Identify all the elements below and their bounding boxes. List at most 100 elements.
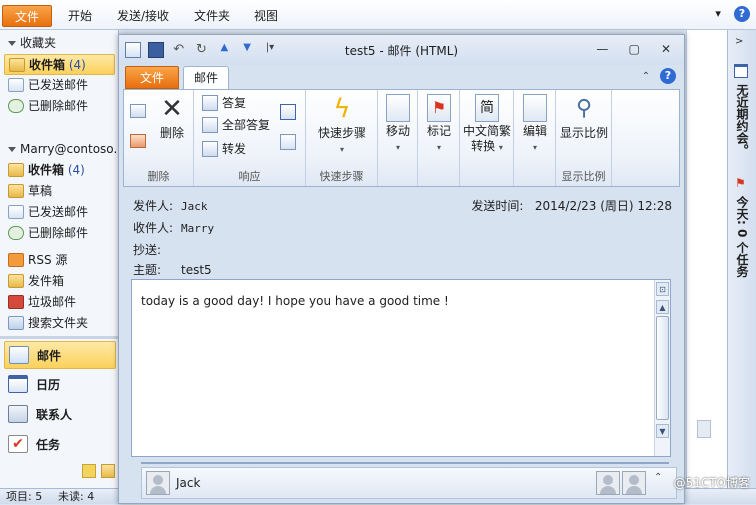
folder-deleted[interactable]: 已删除邮件 [0,223,118,244]
favorite-inbox[interactable]: 收件箱 (4) [4,54,115,75]
junk-icon[interactable] [130,134,146,148]
folder-search[interactable]: 搜索文件夹 [0,313,118,334]
undo-icon[interactable]: ↶ [171,42,187,58]
group-label-respond: 响应 [238,170,261,183]
scroll-thumb[interactable] [656,316,669,420]
dropdown-arrow-icon: ▾ [532,143,537,152]
minimize-button[interactable]: — [588,39,616,59]
scroll-up-button[interactable]: ▲ [656,300,669,314]
module-mail[interactable]: 邮件 [4,341,116,369]
forward-button[interactable]: 转发 [202,140,246,158]
folder-list-icon[interactable] [101,464,115,478]
header-cc: 抄送: [133,243,162,257]
help-icon[interactable]: ? [734,6,750,22]
account-header[interactable]: Marry@contoso.c [0,138,118,160]
people-pane-toggle-icon[interactable]: ⌃ [654,472,662,483]
window-tab-file[interactable]: 文件 [125,66,179,89]
group-move: 移动 ▾ [378,90,418,186]
nav-splitter[interactable] [0,336,118,339]
window-tab-mail[interactable]: 邮件 [183,66,229,89]
tag-button[interactable]: ⚑ 标记 ▾ [421,94,457,155]
ribbon-minimize-icon[interactable]: ⌃ [642,71,650,82]
todo-appointments: 无近期约会。 [735,84,749,156]
people-pane-splitter[interactable] [141,462,669,464]
dropdown-arrow-icon: ▾ [436,143,441,152]
avatar[interactable] [622,471,646,495]
tab-folder[interactable]: 文件夹 [188,5,236,27]
todo-tasks: 今天: 0 个任务 [735,196,749,278]
calendar-icon [734,64,748,78]
redo-icon[interactable]: ↻ [193,42,209,58]
ignore-icon[interactable] [130,104,146,118]
previous-item-icon[interactable]: ▲ [216,42,232,58]
status-items: 项目: 5 [6,490,43,503]
tab-send-receive[interactable]: 发送/接收 [111,5,175,27]
zoom-button[interactable]: ⚲ 显示比例 [558,94,610,141]
favorite-deleted[interactable]: 已删除邮件 [0,96,118,117]
quick-access-toolbar: ↶ ↻ ▲ ▼ |▾ [125,42,281,58]
sent-folder-icon [8,205,24,219]
recipient-name[interactable]: Marry [181,222,214,235]
folder-inbox[interactable]: 收件箱 (4) [0,160,118,181]
tab-view[interactable]: 视图 [248,5,284,27]
outbox-folder-icon [8,274,24,288]
collapse-arrow-icon [8,41,16,46]
favorites-header[interactable]: 收藏夹 [0,32,118,54]
move-icon [386,94,410,122]
reply-button[interactable]: 答复 [202,94,246,112]
quicksteps-button[interactable]: ϟ 快速步骤 ▾ [310,94,374,157]
edit-button[interactable]: 编辑 ▾ [517,94,553,155]
deleted-folder-icon [8,226,24,240]
collapse-arrow-icon [8,147,16,152]
nav-shortcuts [0,462,118,482]
ribbon-collapse-icon[interactable]: ▾ [710,6,726,22]
reply-all-button[interactable]: 全部答复 [202,116,270,134]
next-item-icon[interactable]: ▼ [239,42,255,58]
group-label-quicksteps: 快速步骤 [319,170,364,183]
body-scrollbar[interactable]: ⊡ ▲ ▼ [654,280,670,456]
tab-home[interactable]: 开始 [62,5,98,27]
convert-button[interactable]: 简 中文简繁 转换 ▾ [461,94,513,155]
favorite-sent[interactable]: 已发送邮件 [0,75,118,96]
message-body[interactable]: today is a good day! I hope you have a g… [131,279,671,457]
save-icon[interactable] [147,42,164,58]
help-icon[interactable]: ? [660,68,676,84]
dropdown-arrow-icon: ▾ [498,143,503,152]
window-ribbon: ✕ 删除 删除 答复 全部答复 转发 响应 ϟ 快速步骤 ▾ 快速步骤 移动 ▾… [123,89,680,187]
module-tasks[interactable]: ✔ 任务 [4,431,116,459]
message-window: test5 - 邮件 (HTML) ↶ ↻ ▲ ▼ |▾ — ▢ ✕ 文件 邮件… [118,34,685,504]
folder-rss[interactable]: RSS 源 [0,250,118,271]
message-list-scrollbar[interactable] [697,420,711,438]
notes-icon[interactable] [82,464,96,478]
avatar[interactable] [146,471,170,495]
navigation-pane: 收藏夹 收件箱 (4) 已发送邮件 已删除邮件 Marry@contoso.c … [0,30,119,504]
folder-junk[interactable]: 垃圾邮件 [0,292,118,313]
subject-text: test5 [181,263,212,277]
folder-sent[interactable]: 已发送邮件 [0,202,118,223]
reply-icon [202,95,218,111]
tab-file[interactable]: 文件 [2,5,52,27]
avatar[interactable] [596,471,620,495]
header-sent-time: 发送时间: 2014/2/23 (周日) 12:28 [471,199,672,213]
group-delete: ✕ 删除 删除 [124,90,194,186]
more-respond-icon[interactable] [280,134,296,150]
move-button[interactable]: 移动 ▾ [380,94,416,155]
folder-outbox[interactable]: 发件箱 [0,271,118,292]
delete-button[interactable]: ✕ 删除 [154,94,190,141]
customize-qat-icon[interactable]: |▾ [262,42,278,58]
scroll-down-button[interactable]: ▼ [656,424,669,438]
module-calendar[interactable]: 日历 [4,371,116,399]
close-button[interactable]: ✕ [652,39,680,59]
window-titlebar[interactable]: test5 - 邮件 (HTML) ↶ ↻ ▲ ▼ |▾ — ▢ ✕ [119,35,684,65]
folder-drafts[interactable]: 草稿 [0,181,118,202]
dropdown-arrow-icon: ▾ [395,143,400,152]
zoom-fit-icon[interactable]: ⊡ [656,282,669,296]
message-body-text: today is a good day! I hope you have a g… [141,294,449,308]
flag-icon: ⚑ [735,176,746,190]
module-contacts[interactable]: 联系人 [4,401,116,429]
maximize-button[interactable]: ▢ [620,39,648,59]
meeting-icon[interactable] [280,104,296,120]
inbox-folder-icon [8,163,24,177]
sender-name[interactable]: Jack [181,200,208,213]
todo-expand-icon[interactable]: > [735,36,743,47]
